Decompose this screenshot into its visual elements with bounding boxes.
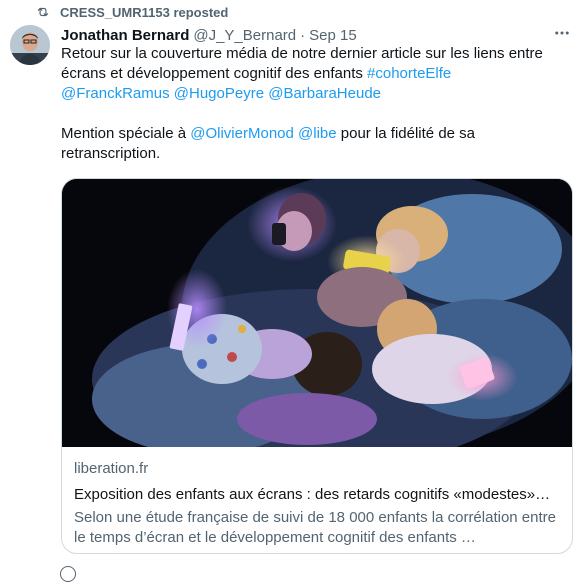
tweet-date[interactable]: Sep 15 [309, 27, 357, 44]
hashtag-link[interactable]: #cohorteElfe [367, 65, 451, 82]
tweet-text-segment: Mention spéciale à [61, 125, 191, 142]
card-photo [62, 179, 572, 447]
card-domain: liberation.fr [74, 460, 149, 477]
more-options-button[interactable] [549, 22, 575, 44]
mention-link[interactable]: @libe [298, 125, 337, 142]
more-icon [555, 31, 569, 35]
reply-icon[interactable] [60, 566, 76, 582]
tweet-paragraph-1: Retour sur la couverture média de notre … [61, 44, 571, 104]
card-title[interactable]: Exposition des enfants aux écrans : des … [74, 485, 560, 505]
card-body: liberation.fr Exposition des enfants aux… [74, 459, 560, 548]
avatar-image [10, 25, 50, 65]
link-card[interactable]: liberation.fr Exposition des enfants aux… [61, 178, 573, 554]
repost-indicator[interactable]: CRESS_UMR1153 reposted [36, 3, 228, 21]
author-name[interactable]: Jonathan Bernard [61, 27, 189, 44]
card-description: Selon une étude française de suivi de 18… [74, 509, 556, 546]
tweet-paragraph-2: Mention spéciale à @OlivierMonod @libe p… [61, 124, 571, 164]
repost-label: CRESS_UMR1153 reposted [60, 4, 229, 20]
repost-icon [37, 7, 49, 17]
tweet-text-segment: Retour sur la couverture média de notre … [61, 45, 543, 82]
separator: · [300, 26, 306, 44]
mention-link[interactable]: @BarbaraHeude [268, 85, 381, 102]
avatar[interactable] [10, 25, 50, 65]
mention-link[interactable]: @HugoPeyre [174, 85, 264, 102]
author-handle[interactable]: @J_Y_Bernard [193, 27, 296, 44]
mention-link[interactable]: @FranckRamus [61, 85, 170, 102]
mention-link[interactable]: @OlivierMonod [190, 125, 294, 142]
card-image[interactable] [62, 179, 572, 447]
tweet-header: Jonathan Bernard @J_Y_Bernard · Sep 15 [61, 25, 573, 45]
tweet-text: Retour sur la couverture média de notre … [61, 44, 571, 164]
